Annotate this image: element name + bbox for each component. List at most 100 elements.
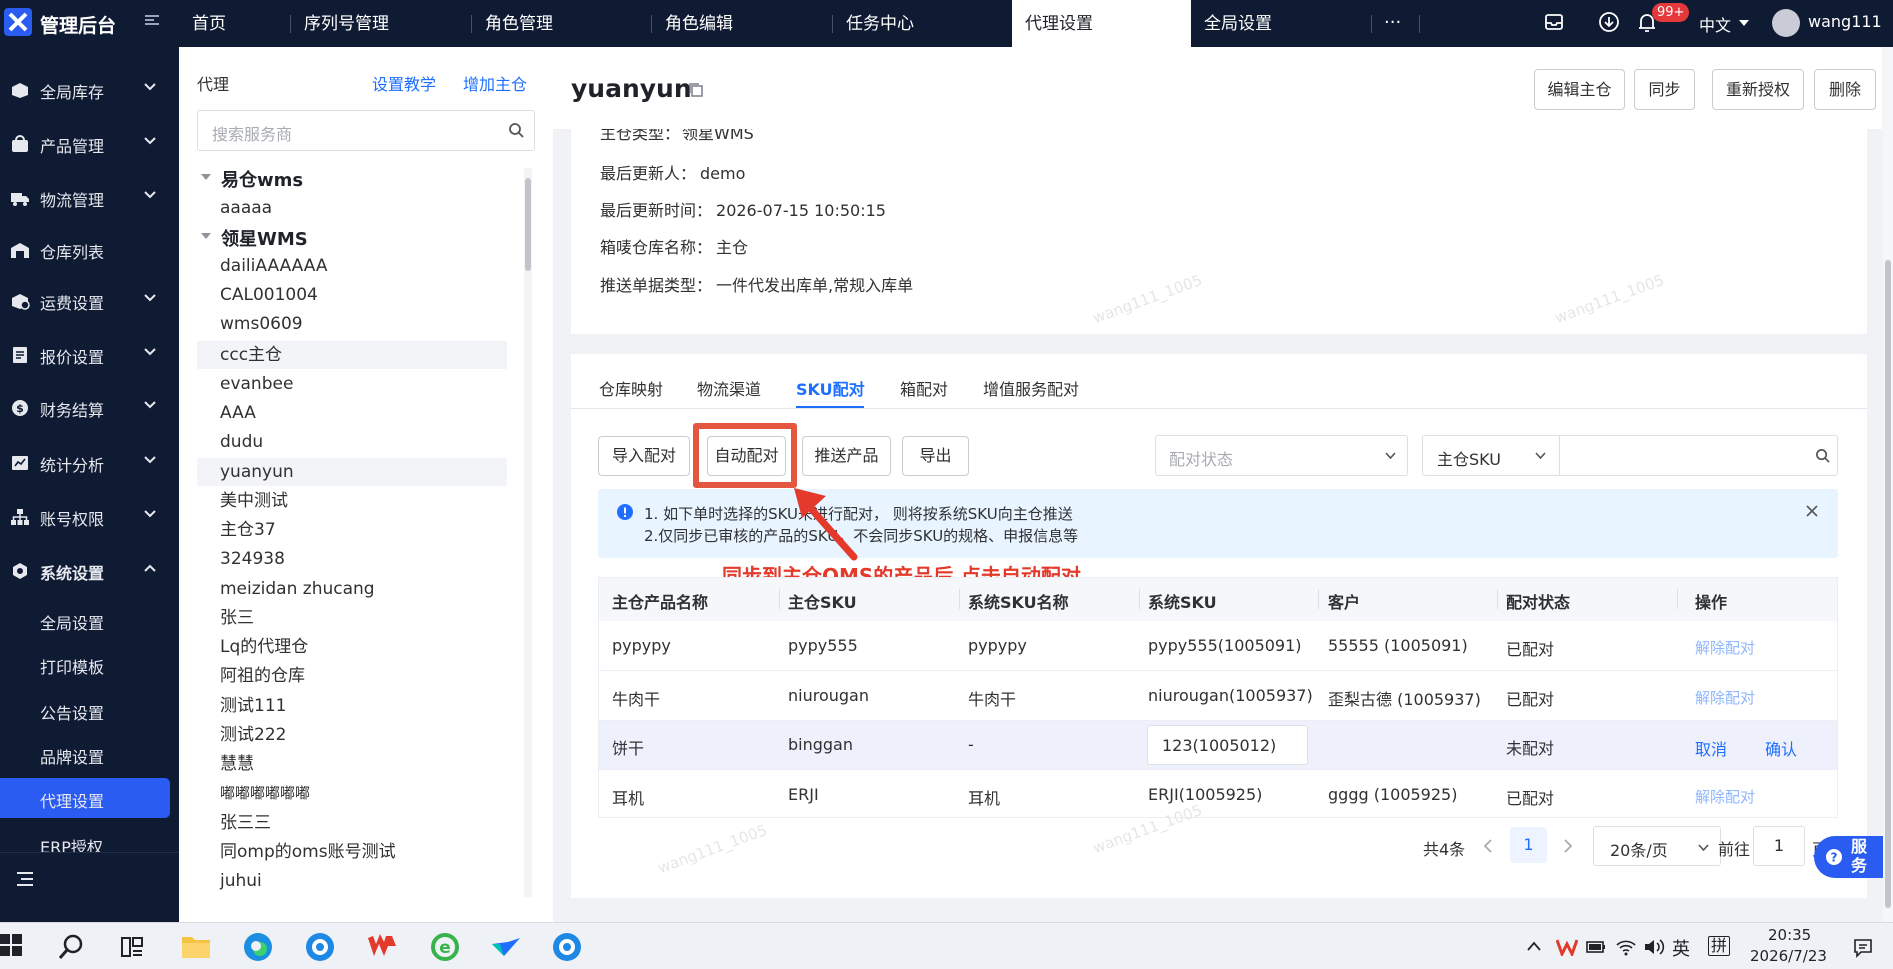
sidebar-item-product[interactable]: 产品管理 bbox=[0, 117, 179, 171]
sidebar-item-warehouse-list[interactable]: 仓库列表 bbox=[0, 223, 179, 277]
tree-node[interactable]: 324938 bbox=[197, 545, 507, 573]
username[interactable]: wang111 bbox=[1808, 12, 1882, 31]
sidebar-sub-global[interactable]: 全局设置 bbox=[0, 598, 179, 642]
sidebar-item-account[interactable]: 账号权限 bbox=[0, 490, 179, 544]
browser-app-icon[interactable] bbox=[305, 932, 335, 962]
tree-node[interactable]: wms0609 bbox=[197, 310, 507, 338]
main-scrollbar-thumb[interactable] bbox=[1885, 260, 1891, 908]
tab-global-settings[interactable]: 全局设置 bbox=[1191, 0, 1272, 47]
language-select[interactable]: 中文 bbox=[1699, 12, 1731, 36]
confirm-button[interactable]: 确认 bbox=[1765, 736, 1797, 760]
menu-toggle-icon[interactable] bbox=[16, 871, 34, 887]
pairing-status-select[interactable]: 配对状态 bbox=[1155, 435, 1408, 476]
tree-node[interactable]: 主仓37 bbox=[197, 516, 507, 544]
download-icon[interactable] bbox=[1598, 11, 1620, 33]
sidebar-sub-erp[interactable]: ERP授权 bbox=[0, 822, 179, 852]
sidebar-item-freight[interactable]: 运费设置 bbox=[0, 274, 179, 328]
edge-browser-icon[interactable] bbox=[243, 932, 273, 962]
ime-language[interactable]: 英 bbox=[1672, 935, 1690, 961]
tab-sku-pairing[interactable]: SKU配对 bbox=[796, 376, 865, 400]
file-explorer-icon[interactable] bbox=[181, 933, 211, 959]
page-number-current[interactable]: 1 bbox=[1510, 827, 1547, 863]
import-pairing-button[interactable]: 导入配对 bbox=[598, 436, 690, 476]
tab-task-center[interactable]: 任务中心 bbox=[833, 0, 914, 47]
tree-group-yicang[interactable]: 易仓wms bbox=[221, 166, 303, 192]
sidebar-sub-brand[interactable]: 品牌设置 bbox=[0, 732, 179, 776]
tree-node[interactable]: evanbee bbox=[197, 370, 507, 398]
push-product-button[interactable]: 推送产品 bbox=[802, 436, 891, 476]
tab-warehouse-mapping[interactable]: 仓库映射 bbox=[599, 376, 663, 400]
tree-node[interactable]: aaaaa bbox=[197, 194, 507, 222]
prev-page-icon[interactable] bbox=[1483, 839, 1493, 853]
next-page-icon[interactable] bbox=[1563, 839, 1573, 853]
notification-center-icon[interactable] bbox=[1853, 938, 1873, 958]
caret-expanded-icon[interactable] bbox=[200, 173, 212, 181]
search-icon[interactable] bbox=[58, 933, 86, 961]
copy-icon[interactable] bbox=[688, 82, 704, 98]
tree-node[interactable]: CAL001004 bbox=[197, 281, 507, 309]
wifi-icon[interactable] bbox=[1615, 938, 1637, 956]
goto-page-input[interactable]: 1 bbox=[1753, 826, 1805, 866]
sidebar-item-inventory[interactable]: 全局库存 bbox=[0, 63, 179, 117]
menu-collapse-icon[interactable] bbox=[143, 13, 161, 27]
tab-home[interactable]: 首页 bbox=[179, 0, 226, 47]
volume-icon[interactable] bbox=[1643, 938, 1665, 956]
sync-button[interactable]: 同步 bbox=[1634, 69, 1695, 110]
tab-role-manage[interactable]: 角色管理 bbox=[472, 0, 553, 47]
tree-node[interactable]: AAA bbox=[197, 399, 507, 427]
tree-group-lingxing[interactable]: 领星WMS bbox=[221, 225, 308, 251]
tab-box-pairing[interactable]: 箱配对 bbox=[900, 376, 948, 400]
tab-value-added-pairing[interactable]: 增值服务配对 bbox=[983, 376, 1079, 400]
wps-office-icon[interactable] bbox=[366, 932, 398, 962]
tree-node[interactable]: dudu bbox=[197, 428, 507, 456]
tree-node[interactable]: meizidan zhucang bbox=[197, 575, 507, 603]
reauthorize-button[interactable]: 重新授权 bbox=[1712, 69, 1804, 110]
sidebar-item-finance[interactable]: $ 财务结算 bbox=[0, 381, 179, 435]
windows-start-icon[interactable] bbox=[0, 934, 22, 956]
clock-date[interactable]: 2026/7/23 bbox=[1750, 947, 1827, 965]
export-button[interactable]: 导出 bbox=[902, 436, 969, 476]
sku-search-input[interactable] bbox=[1559, 435, 1838, 476]
more-tabs-button[interactable]: ··· bbox=[1384, 12, 1401, 33]
unpair-link[interactable]: 解除配对 bbox=[1695, 637, 1755, 658]
tree-node[interactable]: 慧慧 bbox=[197, 750, 507, 778]
chevron-up-icon[interactable] bbox=[1527, 941, 1541, 951]
close-icon[interactable] bbox=[1806, 505, 1818, 517]
caret-expanded-icon[interactable] bbox=[200, 232, 212, 240]
ie-browser-icon[interactable]: e bbox=[430, 932, 460, 962]
tree-scrollbar-thumb[interactable] bbox=[525, 178, 531, 271]
customer-service-button[interactable]: ? 服 务 bbox=[1814, 836, 1893, 878]
task-view-icon[interactable] bbox=[120, 935, 144, 959]
antivirus-tray-icon[interactable] bbox=[1556, 938, 1578, 956]
avatar[interactable] bbox=[1772, 9, 1800, 37]
ime-mode[interactable]: 拼 bbox=[1708, 936, 1731, 956]
tree-node[interactable]: 嘟嘟嘟嘟嘟嘟 bbox=[197, 779, 507, 807]
battery-icon[interactable] bbox=[1586, 940, 1606, 954]
setup-tutorial-link[interactable]: 设置教学 bbox=[372, 71, 436, 95]
sidebar-sub-notice[interactable]: 公告设置 bbox=[0, 688, 179, 732]
sidebar-item-logistics[interactable]: 物流管理 bbox=[0, 171, 179, 225]
unpair-link[interactable]: 解除配对 bbox=[1695, 786, 1755, 807]
tab-agent-settings[interactable]: 代理设置 bbox=[1012, 0, 1191, 47]
tree-node[interactable]: Lq的代理仓 bbox=[197, 633, 507, 661]
delete-button[interactable]: 删除 bbox=[1814, 69, 1876, 110]
tab-logistics-channel[interactable]: 物流渠道 bbox=[697, 376, 761, 400]
tree-node-selected[interactable]: yuanyun bbox=[197, 458, 507, 486]
clock-time[interactable]: 20:35 bbox=[1768, 926, 1811, 944]
inbox-icon[interactable] bbox=[1544, 13, 1564, 31]
tree-node[interactable]: 美中测试 bbox=[197, 487, 507, 515]
tree-node[interactable]: 张三 bbox=[197, 604, 507, 632]
tab-serial[interactable]: 序列号管理 bbox=[291, 0, 389, 47]
edit-warehouse-button[interactable]: 编辑主仓 bbox=[1534, 69, 1625, 110]
tab-role-edit[interactable]: 角色编辑 bbox=[652, 0, 733, 47]
provider-search-input[interactable]: 搜索服务商 bbox=[197, 110, 535, 151]
sidebar-sub-agent[interactable]: 代理设置 bbox=[0, 778, 170, 818]
browser-app-icon-2[interactable] bbox=[552, 932, 582, 962]
tree-node[interactable]: juhui bbox=[197, 867, 507, 895]
tree-node[interactable]: 同omp的oms账号测试 bbox=[197, 838, 507, 866]
field-select[interactable]: 主仓SKU bbox=[1422, 435, 1560, 476]
tree-node[interactable]: 测试222 bbox=[197, 721, 507, 749]
search-icon[interactable] bbox=[1815, 448, 1830, 463]
tree-node[interactable]: 张三三 bbox=[197, 809, 507, 837]
search-icon[interactable] bbox=[508, 122, 524, 138]
